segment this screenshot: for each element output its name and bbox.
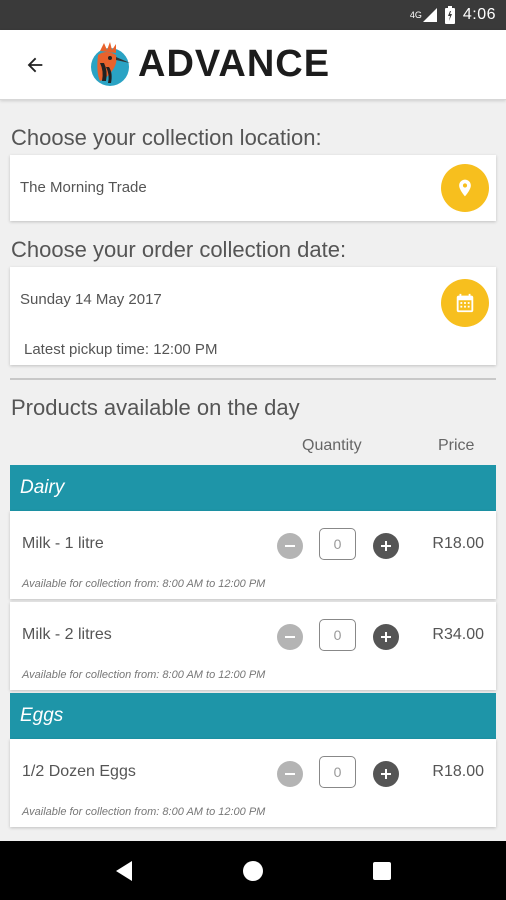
increase-quantity-button[interactable] [373,533,399,559]
circle-home-icon [242,860,263,881]
price-column-header: Price [438,437,475,454]
network-type-label: 4G [409,10,422,20]
minus-icon [285,545,295,547]
location-section-title: Choose your collection location: [11,125,322,150]
date-value: Sunday 14 May 2017 [20,291,162,308]
minus-icon [285,636,295,638]
increase-quantity-button[interactable] [373,624,399,650]
date-section-title: Choose your order collection date: [11,237,347,262]
nav-recents-button[interactable] [362,851,402,891]
minus-icon [285,773,295,775]
choose-location-button[interactable] [441,164,489,212]
decrease-quantity-button[interactable] [277,533,303,559]
product-row: Milk - 2 litres 0 R34.00 Available for c… [10,602,496,690]
product-name: 1/2 Dozen Eggs [22,763,136,780]
triangle-back-icon [116,860,133,881]
plus-icon [381,541,391,551]
availability-note: Available for collection from: 8:00 AM t… [22,578,266,590]
location-pin-icon [459,179,471,197]
quantity-column-header: Quantity [302,437,362,454]
decrease-quantity-button[interactable] [277,624,303,650]
availability-note: Available for collection from: 8:00 AM t… [22,806,266,818]
square-recents-icon [372,861,391,880]
plus-icon [381,632,391,642]
clock: 4:06 [462,6,496,23]
category-header-eggs: Eggs [10,693,496,739]
logo-text: ADVANCE [138,43,331,85]
nav-back-button[interactable] [104,851,144,891]
network-signal-icon: 4G [410,8,437,22]
plus-icon [381,769,391,779]
status-bar: 4G 4:06 [0,0,506,30]
product-price: R34.00 [432,626,484,643]
order-form: Choose your collection location: The Mor… [0,101,506,841]
product-row: Milk - 1 litre 0 R18.00 Available for co… [10,511,496,599]
quantity-input[interactable]: 0 [319,619,356,651]
product-name: Milk - 1 litre [22,535,104,552]
availability-note: Available for collection from: 8:00 AM t… [22,669,266,681]
battery-icon [444,6,455,24]
product-row: 1/2 Dozen Eggs 0 R18.00 Available for co… [10,739,496,827]
products-title: Products available on the day [11,395,300,420]
quantity-input[interactable]: 0 [319,756,356,788]
increase-quantity-button[interactable] [373,761,399,787]
product-name: Milk - 2 litres [22,626,112,643]
app-header: ADVANCE [0,30,506,100]
location-value: The Morning Trade [20,179,147,196]
choose-date-button[interactable] [441,279,489,327]
date-card[interactable]: Sunday 14 May 2017 Latest pickup time: 1… [10,267,496,365]
app-logo: ADVANCE [88,41,330,89]
back-button[interactable] [0,30,70,100]
quantity-input[interactable]: 0 [319,528,356,560]
hoopoe-bird-logo-icon [91,41,130,86]
category-header-dairy: Dairy [10,465,496,511]
product-price: R18.00 [432,763,484,780]
nav-home-button[interactable] [233,851,273,891]
pickup-time: Latest pickup time: 12:00 PM [24,341,218,358]
section-divider [10,378,496,380]
arrow-left-icon [27,57,43,72]
location-card[interactable]: The Morning Trade [10,155,496,221]
product-price: R18.00 [432,535,484,552]
calendar-icon [456,293,474,313]
system-nav-bar [0,841,506,900]
decrease-quantity-button[interactable] [277,761,303,787]
